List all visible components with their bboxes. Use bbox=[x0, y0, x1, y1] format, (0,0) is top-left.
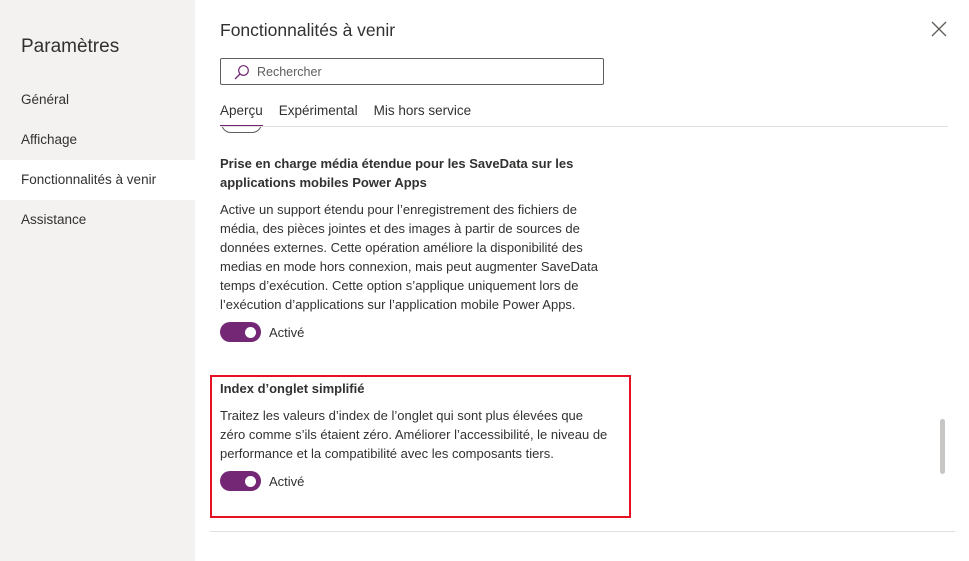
sidebar-item-support[interactable]: Assistance bbox=[0, 200, 195, 240]
feature-title: Prise en charge média étendue pour les S… bbox=[220, 156, 574, 190]
close-icon bbox=[931, 21, 947, 37]
scrollbar-thumb[interactable] bbox=[940, 419, 945, 474]
feature-toggle[interactable] bbox=[220, 322, 261, 342]
toggle-knob bbox=[245, 327, 256, 338]
page-title: Fonctionnalités à venir bbox=[220, 20, 396, 40]
close-button[interactable] bbox=[928, 18, 950, 40]
search-icon bbox=[234, 65, 249, 80]
search-box[interactable] bbox=[220, 58, 604, 85]
tab-experimental[interactable]: Expérimental bbox=[279, 100, 358, 126]
tab-retired[interactable]: Mis hors service bbox=[374, 100, 472, 126]
search-input[interactable] bbox=[257, 59, 587, 84]
feature-tabs: Aperçu Expérimental Mis hors service bbox=[220, 100, 487, 127]
settings-sidebar: Paramètres Général Affichage Fonctionnal… bbox=[0, 0, 195, 561]
feature-toggle-row: Activé bbox=[220, 322, 610, 342]
feature-item: Prise en charge média étendue pour les S… bbox=[220, 154, 610, 342]
bottom-divider bbox=[210, 531, 955, 532]
feature-description: Active un support étendu pour l’enregist… bbox=[220, 202, 598, 312]
sidebar-item-upcoming-features[interactable]: Fonctionnalités à venir bbox=[0, 160, 195, 200]
previous-feature-toggle[interactable] bbox=[221, 127, 262, 133]
tab-preview[interactable]: Aperçu bbox=[220, 100, 263, 127]
sidebar-title: Paramètres bbox=[21, 36, 120, 57]
sidebar-item-general[interactable]: Général bbox=[0, 80, 195, 120]
settings-dialog: Paramètres Général Affichage Fonctionnal… bbox=[0, 0, 969, 561]
toggle-label: Activé bbox=[269, 324, 305, 340]
sidebar-item-display[interactable]: Affichage bbox=[0, 120, 195, 160]
highlight-box bbox=[210, 375, 631, 518]
